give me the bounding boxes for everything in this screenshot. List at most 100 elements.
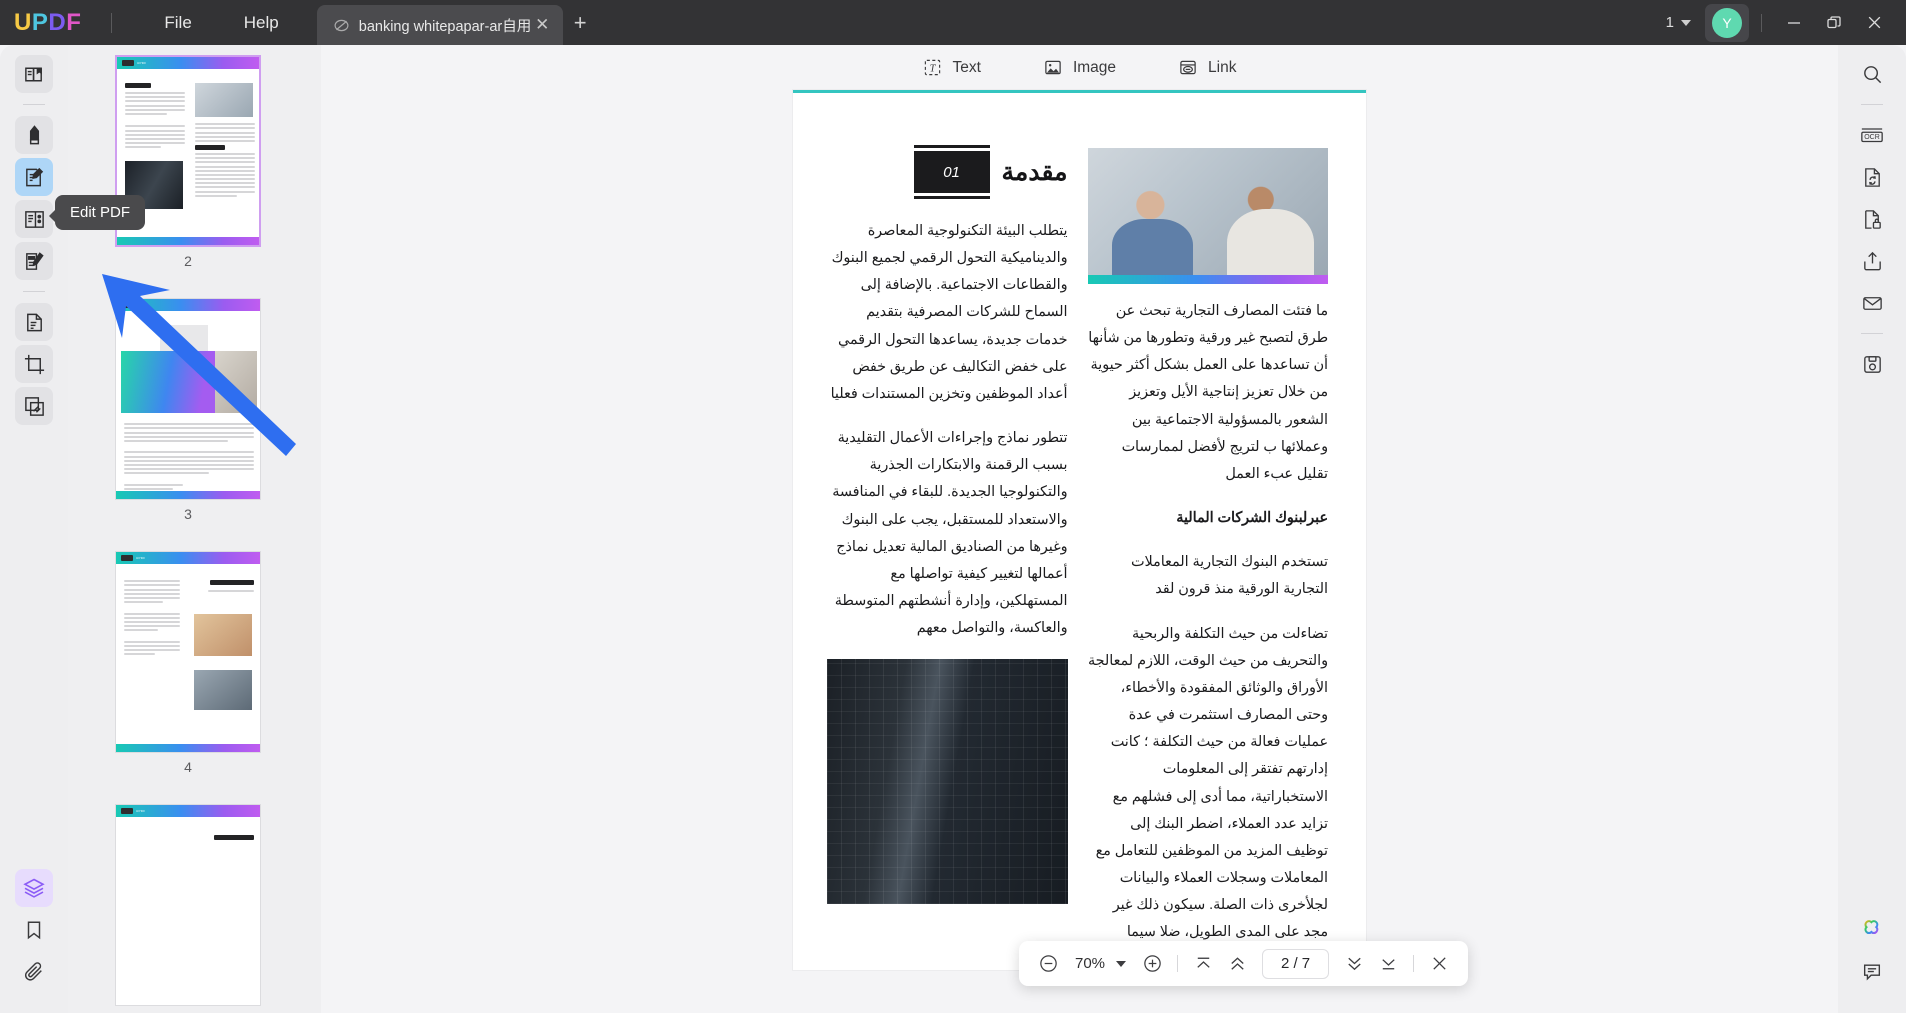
logo-letter-p: P [32, 9, 49, 37]
zoom-level-value[interactable]: 70% [1066, 955, 1114, 972]
toolbar-image-button[interactable]: Image [1043, 58, 1116, 78]
left-tool-rail [0, 45, 68, 1013]
edit-pdf-icon [23, 166, 46, 189]
sidebar-item-crop[interactable] [15, 345, 53, 383]
last-page-button[interactable] [1372, 948, 1404, 980]
ocr-icon: OCR [1860, 123, 1884, 147]
menu-file[interactable]: File [138, 0, 217, 45]
close-icon [1430, 954, 1449, 973]
tab-title: banking whitepapar-ar自用 [359, 15, 531, 36]
sidebar-item-share[interactable] [1853, 242, 1891, 280]
right-tool-rail: OCR [1838, 45, 1906, 1013]
thumbnail-item-3[interactable]: UPDF 3 [115, 298, 261, 522]
thumb-top-bar: UPDF [116, 805, 260, 817]
thumbnail-page-5: UPDF [115, 804, 261, 1006]
first-page-button[interactable] [1187, 948, 1219, 980]
prev-page-button[interactable] [1221, 948, 1253, 980]
maximize-button[interactable] [1814, 0, 1854, 45]
zoom-out-button[interactable] [1032, 948, 1064, 980]
sidebar-item-reader[interactable] [15, 55, 53, 93]
app-logo: U P D F [14, 9, 81, 37]
thumbnail-page-4: UPDF [115, 551, 261, 753]
document-tab[interactable]: banking whitepapar-ar自用 ✕ [317, 5, 563, 45]
pdf-doc-icon [333, 17, 350, 34]
organize-pages-icon [23, 208, 46, 231]
ai-icon [1859, 917, 1885, 943]
next-page-icon [1344, 953, 1365, 974]
thumbnail-item-5[interactable]: UPDF [115, 804, 261, 1006]
toolbar-image-label: Image [1073, 59, 1116, 77]
save-as-icon [1861, 353, 1884, 376]
doc-heading-row: مقدمة 01 [827, 148, 1068, 196]
sidebar-item-protect[interactable] [1853, 200, 1891, 238]
last-page-icon [1378, 953, 1399, 974]
thumbnail-item-2[interactable]: UPDF [115, 55, 261, 269]
sidebar-item-layers[interactable] [15, 869, 53, 907]
doc-right-para-1: ما فتئت المصارف التجارية تبحث عن طرق لتص… [1088, 298, 1329, 488]
titlebar-divider [111, 13, 112, 33]
sidebar-item-bookmark[interactable] [15, 911, 53, 949]
minimize-button[interactable] [1774, 0, 1814, 45]
thumb-top-bar: UPDF [117, 57, 259, 69]
right-rail-divider-1 [1861, 104, 1883, 105]
photo-people [1088, 148, 1329, 284]
sidebar-item-attachment[interactable] [15, 953, 53, 991]
right-rail-divider-2 [1861, 333, 1883, 334]
thumbnail-label-3: 3 [115, 506, 261, 522]
logo-letter-f: F [66, 9, 81, 37]
minimize-icon [1786, 15, 1802, 31]
sidebar-item-search[interactable] [1853, 55, 1891, 93]
restore-icon [1826, 15, 1842, 31]
sidebar-item-email[interactable] [1853, 284, 1891, 322]
thumb-top-bar: UPDF [116, 299, 260, 311]
tab-close-button[interactable]: ✕ [531, 14, 553, 36]
titlebar-right-group: 1 Y [1666, 0, 1906, 45]
pdf-page[interactable]: ما فتئت المصارف التجارية تبحث عن طرق لتص… [793, 90, 1366, 970]
doc-column-left: مقدمة 01 يتطلب البيئة التكنولوجية المعاص… [827, 148, 1068, 970]
sidebar-item-compress[interactable] [1853, 158, 1891, 196]
sidebar-item-convert[interactable] [15, 303, 53, 341]
bookmark-icon [23, 919, 45, 941]
sidebar-item-edit-pdf[interactable] [15, 158, 53, 196]
page-indicator-input[interactable]: 2 / 7 [1262, 949, 1329, 979]
window-count[interactable]: 1 [1666, 14, 1691, 31]
thumbnail-label-4: 4 [115, 759, 261, 775]
photo-building [827, 659, 1068, 904]
thumb-top-bar: UPDF [116, 552, 260, 564]
zoom-dropdown-icon[interactable] [1116, 961, 1126, 967]
logo-letter-d: D [48, 9, 66, 37]
toolbar-link-button[interactable]: Link [1178, 58, 1236, 78]
zoom-in-button[interactable] [1136, 948, 1168, 980]
sidebar-item-save-as[interactable] [1853, 345, 1891, 383]
attachment-icon [23, 961, 45, 983]
sidebar-item-ai[interactable] [1853, 911, 1891, 949]
close-window-button[interactable] [1854, 0, 1894, 45]
thumbnail-panel[interactable]: UPDF [68, 45, 321, 1013]
sidebar-item-form[interactable] [15, 242, 53, 280]
link-icon [1178, 58, 1198, 78]
comment-icon [23, 124, 46, 147]
sidebar-item-comment[interactable] [15, 116, 53, 154]
doc-right-heading: عبرلبنوك الشركات المالية [1088, 505, 1329, 532]
next-page-button[interactable] [1338, 948, 1370, 980]
window-count-value: 1 [1666, 14, 1674, 31]
close-toolbar-button[interactable] [1423, 948, 1455, 980]
sidebar-item-batch[interactable] [15, 387, 53, 425]
section-number-badge: 01 [914, 148, 990, 196]
batch-icon [23, 395, 46, 418]
sidebar-item-ocr[interactable]: OCR [1853, 116, 1891, 154]
thumbnail-page-3: UPDF [115, 298, 261, 500]
text-icon: T [923, 58, 943, 78]
chevron-down-icon [1681, 20, 1691, 26]
thumbnail-item-4[interactable]: UPDF [115, 551, 261, 775]
form-icon [23, 250, 46, 273]
page-scroll-area[interactable]: ما فتئت المصارف التجارية تبحث عن طرق لتص… [321, 90, 1838, 1013]
menu-help[interactable]: Help [218, 0, 305, 45]
account-button[interactable]: Y [1705, 4, 1749, 42]
sidebar-item-feedback[interactable] [1853, 953, 1891, 991]
new-tab-button[interactable]: + [563, 0, 597, 45]
toolbar-text-button[interactable]: T Text [923, 58, 981, 78]
sidebar-item-organize-pages[interactable] [15, 200, 53, 238]
email-icon [1861, 292, 1884, 315]
logo-letter-u: U [14, 9, 32, 37]
